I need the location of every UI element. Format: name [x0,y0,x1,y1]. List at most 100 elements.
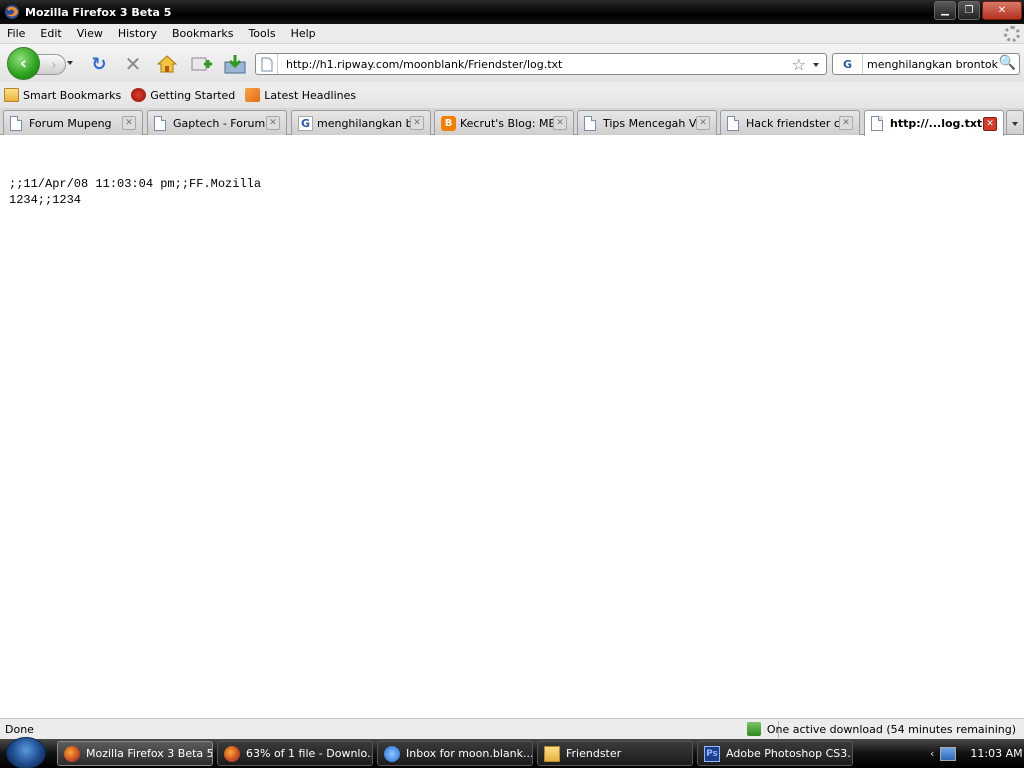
firefox-icon [224,745,240,762]
tab-label: Gaptech - Forum... [173,116,266,130]
taskbar-item-friendster[interactable]: Friendster [537,741,693,766]
menu-view[interactable]: View [70,27,111,40]
photoshop-icon: Ps [704,745,720,762]
tab-close-icon[interactable]: ✕ [266,116,280,130]
getting-started-icon [131,88,147,102]
forward-button[interactable]: › [36,54,66,75]
log-line: 1234;;1234 [9,193,82,207]
menu-bookmarks[interactable]: Bookmarks [165,27,241,40]
tab-label: http://...log.txt [890,117,983,130]
system-tray: ‹ 11:03 AM [924,739,1024,768]
show-hidden-icons-button[interactable]: ‹ [930,747,934,760]
network-icon[interactable] [940,746,957,761]
add-bookmark-icon[interactable] [191,54,213,74]
tab-close-icon[interactable]: ✕ [122,116,136,130]
restore-button[interactable]: ❐ [958,1,980,20]
mail-icon [384,745,400,762]
tab-label: Forum Mupeng [29,116,112,130]
search-input[interactable]: menghilangkan brontok [867,58,998,71]
title-bar: Mozilla Firefox 3 Beta 5 ▁ ❐ ✕ [0,0,1024,24]
log-text: ;;11/Apr/08 11:03:04 pm;;FF.Mozilla 1234;… [9,176,261,208]
folder-icon [4,88,19,102]
taskbar: Mozilla Firefox 3 Beta 5 63% of 1 file -… [0,737,1024,768]
taskbar-label: 63% of 1 file - Downlo... [246,747,373,760]
taskbar-label: Friendster [566,747,622,760]
bookmarks-toolbar: Smart Bookmarks Getting Started Latest H… [0,82,1024,108]
bookmark-getting-started[interactable]: Getting Started [131,88,235,102]
page-content: ;;11/Apr/08 11:03:04 pm;;FF.Mozilla 1234;… [0,136,1024,718]
menu-history[interactable]: History [111,27,165,40]
page-icon [584,115,596,131]
tab-tips-mencegah[interactable]: Tips Mencegah Vi... ✕ [577,110,717,135]
list-all-tabs-button[interactable] [1006,110,1024,135]
google-icon: G [298,115,313,131]
search-icon[interactable]: 🔍 [999,55,1016,71]
menu-help[interactable]: Help [284,27,324,40]
tab-kecrut-blog[interactable]: B Kecrut's Blog: ME... ✕ [434,110,574,135]
site-identity-icon[interactable] [256,54,278,74]
search-engine-icon[interactable]: G [833,54,863,74]
bookmark-smart-bookmarks[interactable]: Smart Bookmarks [4,88,121,102]
log-line: ;;11/Apr/08 11:03:04 pm;;FF.Mozilla [9,177,262,191]
clock[interactable]: 11:03 AM [970,747,1022,760]
menu-tools[interactable]: Tools [241,27,283,40]
tab-log-txt[interactable]: http://...log.txt ✕ [864,110,1004,136]
folder-icon [544,745,560,762]
taskbar-label: Mozilla Firefox 3 Beta 5 [86,747,213,760]
close-window-button[interactable]: ✕ [982,1,1022,20]
search-bar[interactable]: G menghilangkan brontok 🔍 [832,53,1020,75]
url-text[interactable]: http://h1.ripway.com/moonblank/Friendste… [286,58,562,71]
menu-file[interactable]: File [0,27,33,40]
tab-close-icon[interactable]: ✕ [553,116,567,130]
back-button[interactable]: ‹ [7,47,40,80]
downloads-icon[interactable] [224,54,246,74]
tab-close-icon[interactable]: ✕ [839,116,853,130]
download-icon [746,722,761,736]
blogger-icon: B [441,115,456,131]
home-icon[interactable] [156,54,178,74]
taskbar-item-inbox[interactable]: Inbox for moon.blank.... [377,741,533,766]
url-dropdown-icon[interactable] [813,63,819,67]
taskbar-item-firefox[interactable]: Mozilla Firefox 3 Beta 5 [57,741,213,766]
page-icon [871,116,883,131]
tab-close-icon[interactable]: ✕ [983,116,997,131]
status-text: Done [5,722,34,736]
firefox-icon [5,5,19,19]
taskbar-label: Inbox for moon.blank.... [406,747,533,760]
page-icon [10,115,22,131]
tab-close-icon[interactable]: ✕ [410,116,424,130]
page-icon [727,115,739,131]
bookmark-latest-headlines[interactable]: Latest Headlines [245,88,356,102]
throbber-icon [1004,26,1020,42]
tab-close-icon[interactable]: ✕ [696,116,710,130]
minimize-button[interactable]: ▁ [934,1,956,20]
firefox-icon [64,745,80,762]
address-bar[interactable]: http://h1.ripway.com/moonblank/Friendste… [255,53,827,75]
reload-icon[interactable]: ↻ [88,54,110,75]
stop-icon[interactable]: ✕ [122,52,144,76]
tab-menghilangkan[interactable]: G menghilangkan b... ✕ [291,110,431,135]
bookmark-label: Smart Bookmarks [23,88,122,102]
menu-edit[interactable]: Edit [33,27,69,40]
status-bar: Done One active download (54 minutes rem… [0,718,1024,739]
tab-bar: Forum Mupeng ✕ Gaptech - Forum... ✕ G me… [0,108,1024,136]
menu-bar: File Edit View History Bookmarks Tools H… [0,24,1024,44]
tab-label: Hack friendster c... [746,116,839,130]
tab-label: Kecrut's Blog: ME... [460,116,553,130]
tab-forum-mupeng[interactable]: Forum Mupeng ✕ [3,110,143,135]
bookmark-star-icon[interactable]: ☆ [792,55,806,74]
rss-feed-icon [245,88,261,102]
bookmark-label: Latest Headlines [264,88,357,102]
history-dropdown-icon[interactable] [67,61,73,65]
download-status-text: One active download (54 minutes remainin… [766,722,1016,736]
taskbar-item-photoshop[interactable]: Ps Adobe Photoshop CS3... [697,741,853,766]
tab-hack-friendster[interactable]: Hack friendster c... ✕ [720,110,860,135]
tab-gaptech-forum[interactable]: Gaptech - Forum... ✕ [147,110,287,135]
bookmark-label: Getting Started [150,88,236,102]
taskbar-item-downloads[interactable]: 63% of 1 file - Downlo... [217,741,373,766]
window-title: Mozilla Firefox 3 Beta 5 [25,5,172,19]
download-status[interactable]: One active download (54 minutes remainin… [746,722,1016,736]
start-button[interactable] [6,737,46,768]
taskbar-label: Adobe Photoshop CS3... [726,747,853,760]
page-icon [154,115,166,131]
